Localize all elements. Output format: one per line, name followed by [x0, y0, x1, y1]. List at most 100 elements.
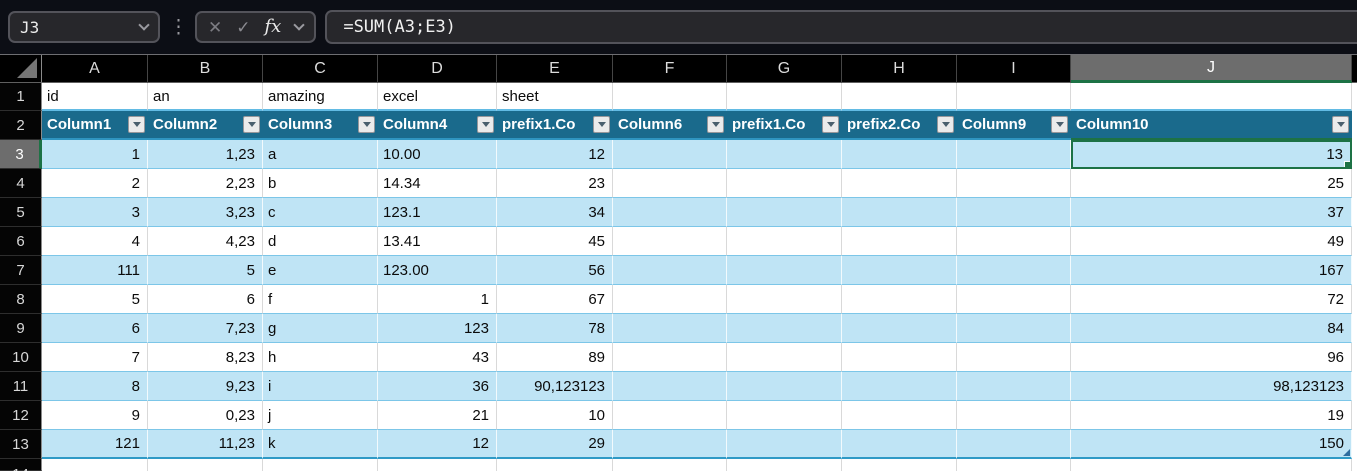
cell-G6[interactable] — [727, 227, 842, 256]
cell-E9[interactable]: 78 — [497, 314, 613, 343]
cell-G2[interactable]: prefix1.Co — [727, 111, 842, 140]
cell-J11[interactable]: 98,123123 — [1071, 372, 1352, 401]
cell-B8[interactable]: 6 — [148, 285, 263, 314]
cell-D5[interactable]: 123.1 — [378, 198, 497, 227]
cell-A9[interactable]: 6 — [42, 314, 148, 343]
cell-C11[interactable]: i — [263, 372, 378, 401]
row-header-11[interactable]: 11 — [0, 372, 42, 401]
cell-G14[interactable] — [727, 459, 842, 471]
cell-D13[interactable]: 12 — [378, 430, 497, 459]
cell-F9[interactable] — [613, 314, 727, 343]
column-header-J[interactable]: J — [1071, 55, 1352, 83]
cell-A11[interactable]: 8 — [42, 372, 148, 401]
cell-I12[interactable] — [957, 401, 1071, 430]
cell-A3[interactable]: 1 — [42, 140, 148, 169]
cell-J2[interactable]: Column10 — [1071, 111, 1352, 140]
cell-G1[interactable] — [727, 83, 842, 111]
cell-F5[interactable] — [613, 198, 727, 227]
cell-B5[interactable]: 3,23 — [148, 198, 263, 227]
cell-C2[interactable]: Column3 — [263, 111, 378, 140]
row-header-10[interactable]: 10 — [0, 343, 42, 372]
cell-H9[interactable] — [842, 314, 957, 343]
row-header-4[interactable]: 4 — [0, 169, 42, 198]
chevron-down-icon[interactable] — [293, 19, 305, 31]
cell-A6[interactable]: 4 — [42, 227, 148, 256]
cell-A5[interactable]: 3 — [42, 198, 148, 227]
cell-F14[interactable] — [613, 459, 727, 471]
filter-button-2[interactable] — [243, 116, 260, 133]
cell-I3[interactable] — [957, 140, 1071, 169]
cell-C10[interactable]: h — [263, 343, 378, 372]
column-header-I[interactable]: I — [957, 55, 1071, 83]
cell-B14[interactable] — [148, 459, 263, 471]
cell-B2[interactable]: Column2 — [148, 111, 263, 140]
cell-G3[interactable] — [727, 140, 842, 169]
cell-J4[interactable]: 25 — [1071, 169, 1352, 198]
cell-B10[interactable]: 8,23 — [148, 343, 263, 372]
cell-H3[interactable] — [842, 140, 957, 169]
cell-D3[interactable]: 10.00 — [378, 140, 497, 169]
cell-B1[interactable]: an — [148, 83, 263, 111]
cell-J14[interactable] — [1071, 459, 1352, 471]
cell-B9[interactable]: 7,23 — [148, 314, 263, 343]
cell-E5[interactable]: 34 — [497, 198, 613, 227]
cell-H10[interactable] — [842, 343, 957, 372]
cell-F6[interactable] — [613, 227, 727, 256]
filter-button-5[interactable] — [593, 116, 610, 133]
cell-F10[interactable] — [613, 343, 727, 372]
cell-H4[interactable] — [842, 169, 957, 198]
cell-A8[interactable]: 5 — [42, 285, 148, 314]
cell-H2[interactable]: prefix2.Co — [842, 111, 957, 140]
column-header-D[interactable]: D — [378, 55, 497, 83]
cell-F7[interactable] — [613, 256, 727, 285]
cell-B11[interactable]: 9,23 — [148, 372, 263, 401]
filter-button-1[interactable] — [128, 116, 145, 133]
cell-E6[interactable]: 45 — [497, 227, 613, 256]
cell-G11[interactable] — [727, 372, 842, 401]
cell-H12[interactable] — [842, 401, 957, 430]
row-header-6[interactable]: 6 — [0, 227, 42, 256]
name-box[interactable]: J3 — [8, 11, 160, 43]
cell-H6[interactable] — [842, 227, 957, 256]
cell-C9[interactable]: g — [263, 314, 378, 343]
row-header-7[interactable]: 7 — [0, 256, 42, 285]
filter-button-7[interactable] — [822, 116, 839, 133]
cell-D14[interactable] — [378, 459, 497, 471]
accept-icon[interactable]: ✓ — [236, 19, 250, 36]
cell-B3[interactable]: 1,23 — [148, 140, 263, 169]
cell-I11[interactable] — [957, 372, 1071, 401]
cell-H1[interactable] — [842, 83, 957, 111]
cell-B7[interactable]: 5 — [148, 256, 263, 285]
cell-F3[interactable] — [613, 140, 727, 169]
cell-G9[interactable] — [727, 314, 842, 343]
row-header-1[interactable]: 1 — [0, 83, 42, 111]
cell-F1[interactable] — [613, 83, 727, 111]
cell-I4[interactable] — [957, 169, 1071, 198]
cancel-icon[interactable]: ✕ — [208, 19, 222, 36]
cell-J3[interactable]: 13 — [1071, 140, 1352, 169]
cell-D9[interactable]: 123 — [378, 314, 497, 343]
cell-E8[interactable]: 67 — [497, 285, 613, 314]
cell-H8[interactable] — [842, 285, 957, 314]
cell-F12[interactable] — [613, 401, 727, 430]
cell-J5[interactable]: 37 — [1071, 198, 1352, 227]
cell-A2[interactable]: Column1 — [42, 111, 148, 140]
column-header-H[interactable]: H — [842, 55, 957, 83]
cell-E13[interactable]: 29 — [497, 430, 613, 459]
cell-I6[interactable] — [957, 227, 1071, 256]
cell-F2[interactable]: Column6 — [613, 111, 727, 140]
column-header-F[interactable]: F — [613, 55, 727, 83]
cell-E4[interactable]: 23 — [497, 169, 613, 198]
cell-J12[interactable]: 19 — [1071, 401, 1352, 430]
cell-F8[interactable] — [613, 285, 727, 314]
cell-J1[interactable] — [1071, 83, 1352, 111]
cell-E11[interactable]: 90,123123 — [497, 372, 613, 401]
cell-E10[interactable]: 89 — [497, 343, 613, 372]
row-header-3[interactable]: 3 — [0, 140, 42, 169]
cell-B13[interactable]: 11,23 — [148, 430, 263, 459]
cell-E14[interactable] — [497, 459, 613, 471]
row-header-12[interactable]: 12 — [0, 401, 42, 430]
cell-A14[interactable] — [42, 459, 148, 471]
cell-E1[interactable]: sheet — [497, 83, 613, 111]
cell-E2[interactable]: prefix1.Co — [497, 111, 613, 140]
